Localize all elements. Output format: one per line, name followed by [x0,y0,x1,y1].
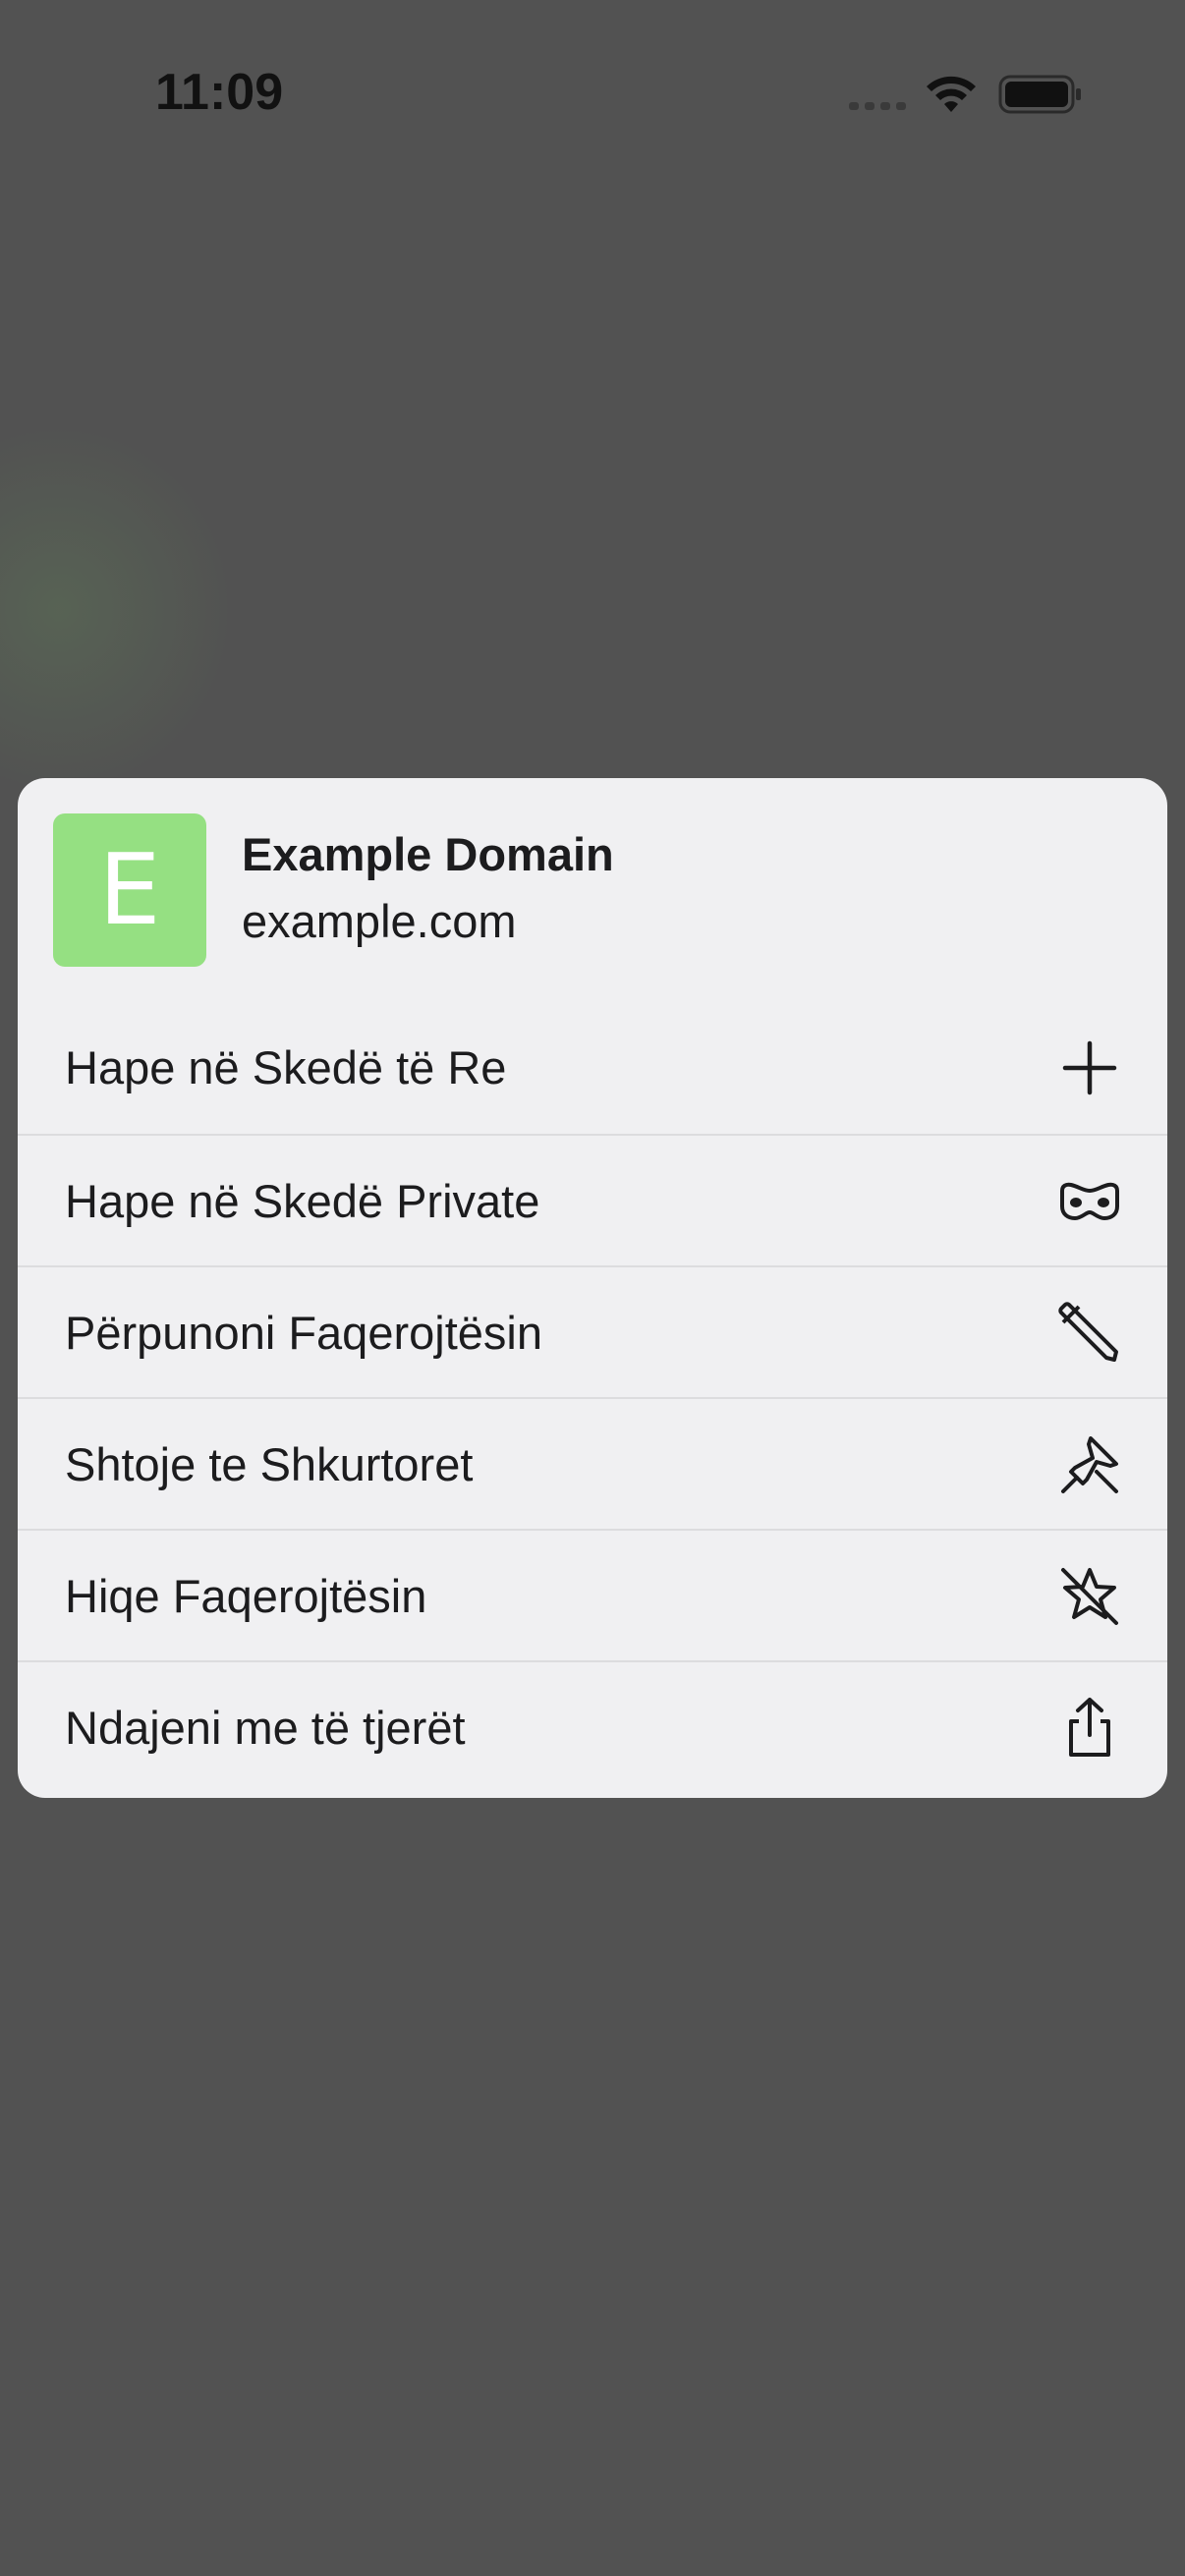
menu-item-open-new-tab[interactable]: Hape në Skedë të Re [18,1002,1167,1134]
share-icon [1057,1696,1122,1761]
menu-item-add-to-shortcuts[interactable]: Shtoje te Shkurtoret [18,1397,1167,1529]
wifi-icon [924,73,979,116]
status-bar: 11:09 [0,0,1185,147]
battery-icon [998,75,1083,114]
screen: 11:09 E Example Domain example.com Hape … [0,0,1185,2576]
background-dimmed-page[interactable] [0,422,236,796]
plus-icon [1057,1036,1122,1100]
site-title: Example Domain [242,828,614,880]
context-menu-list: Hape në Skedë të Re Hape në Skedë Privat… [18,1002,1167,1792]
menu-item-label: Hape në Skedë Private [65,1175,540,1227]
menu-item-label: Hiqe Faqerojtësin [65,1570,427,1622]
star-slash-icon [1057,1564,1122,1629]
menu-item-label: Përpunoni Faqerojtësin [65,1307,542,1359]
private-mask-icon [1057,1169,1122,1234]
menu-item-share[interactable]: Ndajeni me të tjerët [18,1660,1167,1792]
menu-item-open-private-tab[interactable]: Hape në Skedë Private [18,1134,1167,1265]
status-time: 11:09 [155,64,284,121]
menu-item-label: Ndajeni me të tjerët [65,1702,466,1754]
site-favicon: E [53,813,206,967]
menu-item-remove-bookmark[interactable]: Hiqe Faqerojtësin [18,1529,1167,1660]
site-url: example.com [242,895,517,947]
menu-item-label: Hape në Skedë të Re [65,1041,507,1093]
menu-item-label: Shtoje te Shkurtoret [65,1438,474,1490]
menu-item-edit-bookmark[interactable]: Përpunoni Faqerojtësin [18,1265,1167,1397]
signal-icon [849,102,906,110]
pencil-icon [1057,1301,1122,1366]
context-menu-header: E Example Domain example.com [18,778,1167,1002]
pin-icon [1057,1432,1122,1497]
context-menu: E Example Domain example.com Hape në Ske… [18,778,1167,1798]
